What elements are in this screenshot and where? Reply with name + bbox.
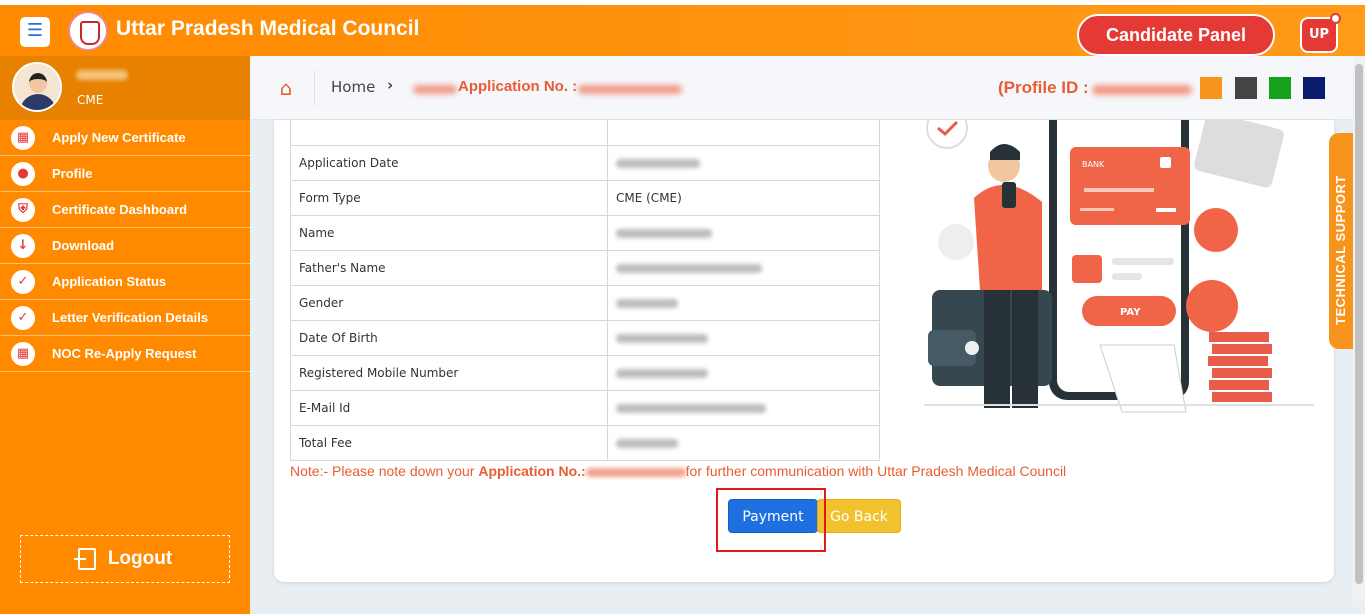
redacted-text bbox=[585, 467, 686, 477]
avatar[interactable] bbox=[12, 62, 62, 112]
row-value: CME (CME) bbox=[607, 180, 880, 216]
top-bar: ☰ Uttar Pradesh Medical Council Candidat… bbox=[0, 0, 1365, 56]
row-value bbox=[607, 320, 880, 356]
scrollbar[interactable] bbox=[1353, 56, 1365, 601]
technical-support-label: TECHNICAL SUPPORT bbox=[1333, 175, 1348, 325]
up-badge-label: UP bbox=[1308, 27, 1330, 42]
app-title: Uttar Pradesh Medical Council bbox=[116, 17, 420, 40]
sidebar-item-label: Certificate Dashboard bbox=[52, 202, 188, 217]
table-row: Registered Mobile Number bbox=[290, 355, 880, 391]
up-badge[interactable]: UP bbox=[1300, 13, 1341, 53]
breadcrumb-home[interactable]: Home bbox=[331, 78, 375, 96]
theme-swatch-green[interactable] bbox=[1269, 77, 1291, 99]
sidebar-item-label: Download bbox=[52, 238, 115, 253]
logout-button[interactable]: Logout bbox=[20, 535, 230, 583]
user-icon: ● bbox=[11, 161, 35, 186]
sidebar-item-label: Letter Verification Details bbox=[52, 310, 209, 325]
theme-swatch-dark[interactable] bbox=[1235, 77, 1257, 99]
table-row: E-Mail Id bbox=[290, 390, 880, 426]
redacted-text bbox=[413, 85, 457, 94]
go-back-button[interactable]: Go Back bbox=[817, 499, 901, 533]
table-row: Father's Name bbox=[290, 250, 880, 286]
divider bbox=[314, 70, 315, 106]
table-row: Gender bbox=[290, 285, 880, 321]
hamburger-icon[interactable]: ☰ bbox=[20, 17, 50, 47]
table-row: Form Type CME (CME) bbox=[290, 180, 880, 216]
scrollbar-thumb[interactable] bbox=[1355, 64, 1363, 584]
row-label: Application Date bbox=[290, 145, 608, 181]
breadcrumb-application-no: Application No. : bbox=[458, 78, 578, 95]
home-icon[interactable]: ⌂ bbox=[275, 77, 297, 99]
table-row: Date Of Birth bbox=[290, 320, 880, 356]
table-row bbox=[290, 120, 880, 146]
note-bold: Application No.: bbox=[478, 463, 586, 479]
illustration-pay-text: PAY bbox=[1120, 307, 1141, 318]
sidebar-item-label: NOC Re-Apply Request bbox=[52, 346, 197, 361]
table-row: Application Date bbox=[290, 145, 880, 181]
application-details-table: Application Date Form Type CME (CME) Nam… bbox=[290, 120, 880, 461]
row-label: Name bbox=[290, 215, 608, 251]
row-label: Form Type bbox=[290, 180, 608, 216]
sidebar: CME ▦ Apply New Certificate ● Profile ⛨ … bbox=[0, 56, 250, 614]
row-value bbox=[607, 285, 880, 321]
note-prefix: Note:- Please note down your bbox=[290, 463, 479, 479]
note-suffix: for further communication with Uttar Pra… bbox=[685, 463, 1067, 479]
breadcrumb-bar: ⌂ Home › Application No. : (Profile ID : bbox=[250, 56, 1353, 120]
sidebar-item-certificate-dashboard[interactable]: ⛨ Certificate Dashboard bbox=[0, 192, 250, 228]
sidebar-item-noc-reapply[interactable]: ▦ NOC Re-Apply Request bbox=[0, 336, 250, 372]
user-role: CME bbox=[77, 93, 104, 107]
row-value bbox=[607, 390, 880, 426]
table-row: Total Fee bbox=[290, 425, 880, 461]
sidebar-item-application-status[interactable]: ✓ Application Status bbox=[0, 264, 250, 300]
redacted-text bbox=[578, 85, 682, 94]
highlight-box bbox=[716, 488, 826, 552]
table-row: Name bbox=[290, 215, 880, 251]
row-value bbox=[607, 250, 880, 286]
theme-swatch-orange[interactable] bbox=[1200, 77, 1222, 99]
sidebar-nav: ▦ Apply New Certificate ● Profile ⛨ Cert… bbox=[0, 120, 250, 372]
download-icon: ↓ bbox=[11, 233, 35, 258]
sidebar-item-download[interactable]: ↓ Download bbox=[0, 228, 250, 264]
row-label: Date Of Birth bbox=[290, 320, 608, 356]
check-circle-icon: ✓ bbox=[11, 269, 35, 294]
check-circle-icon: ✓ bbox=[11, 305, 35, 330]
sidebar-item-label: Application Status bbox=[52, 274, 167, 289]
user-name-redacted bbox=[76, 70, 128, 80]
application-note: Note:- Please note down your Application… bbox=[290, 463, 1066, 479]
row-label: Gender bbox=[290, 285, 608, 321]
redacted-text bbox=[1092, 85, 1192, 95]
logout-label: Logout bbox=[107, 548, 173, 569]
user-profile: CME bbox=[0, 56, 250, 120]
logout-icon bbox=[73, 548, 96, 570]
grid-icon: ▦ bbox=[11, 341, 35, 366]
application-card: Application Date Form Type CME (CME) Nam… bbox=[274, 120, 1334, 582]
row-label: Father's Name bbox=[290, 250, 608, 286]
card-bank-text: BANK bbox=[1082, 160, 1105, 169]
shield-icon: ⛨ bbox=[11, 197, 35, 222]
row-label: Total Fee bbox=[290, 425, 608, 461]
sidebar-item-label: Profile bbox=[52, 166, 93, 181]
row-label: Registered Mobile Number bbox=[290, 355, 608, 391]
sidebar-item-label: Apply New Certificate bbox=[52, 130, 186, 145]
grid-icon: ▦ bbox=[11, 125, 35, 150]
candidate-panel-button[interactable]: Candidate Panel bbox=[1077, 14, 1275, 56]
sidebar-item-apply-new-certificate[interactable]: ▦ Apply New Certificate bbox=[0, 120, 250, 156]
row-value bbox=[607, 145, 880, 181]
theme-swatch-navy[interactable] bbox=[1303, 77, 1325, 99]
notification-dot-icon bbox=[1330, 13, 1341, 24]
sidebar-item-letter-verification[interactable]: ✓ Letter Verification Details bbox=[0, 300, 250, 336]
row-label: E-Mail Id bbox=[290, 390, 608, 426]
payment-illustration: BANK PAY bbox=[924, 120, 1314, 413]
row-value bbox=[607, 355, 880, 391]
profile-id-label: (Profile ID : bbox=[998, 78, 1089, 97]
council-logo bbox=[68, 11, 108, 51]
sidebar-item-profile[interactable]: ● Profile bbox=[0, 156, 250, 192]
row-value bbox=[607, 425, 880, 461]
chevron-right-icon: › bbox=[387, 76, 394, 94]
row-value bbox=[607, 215, 880, 251]
